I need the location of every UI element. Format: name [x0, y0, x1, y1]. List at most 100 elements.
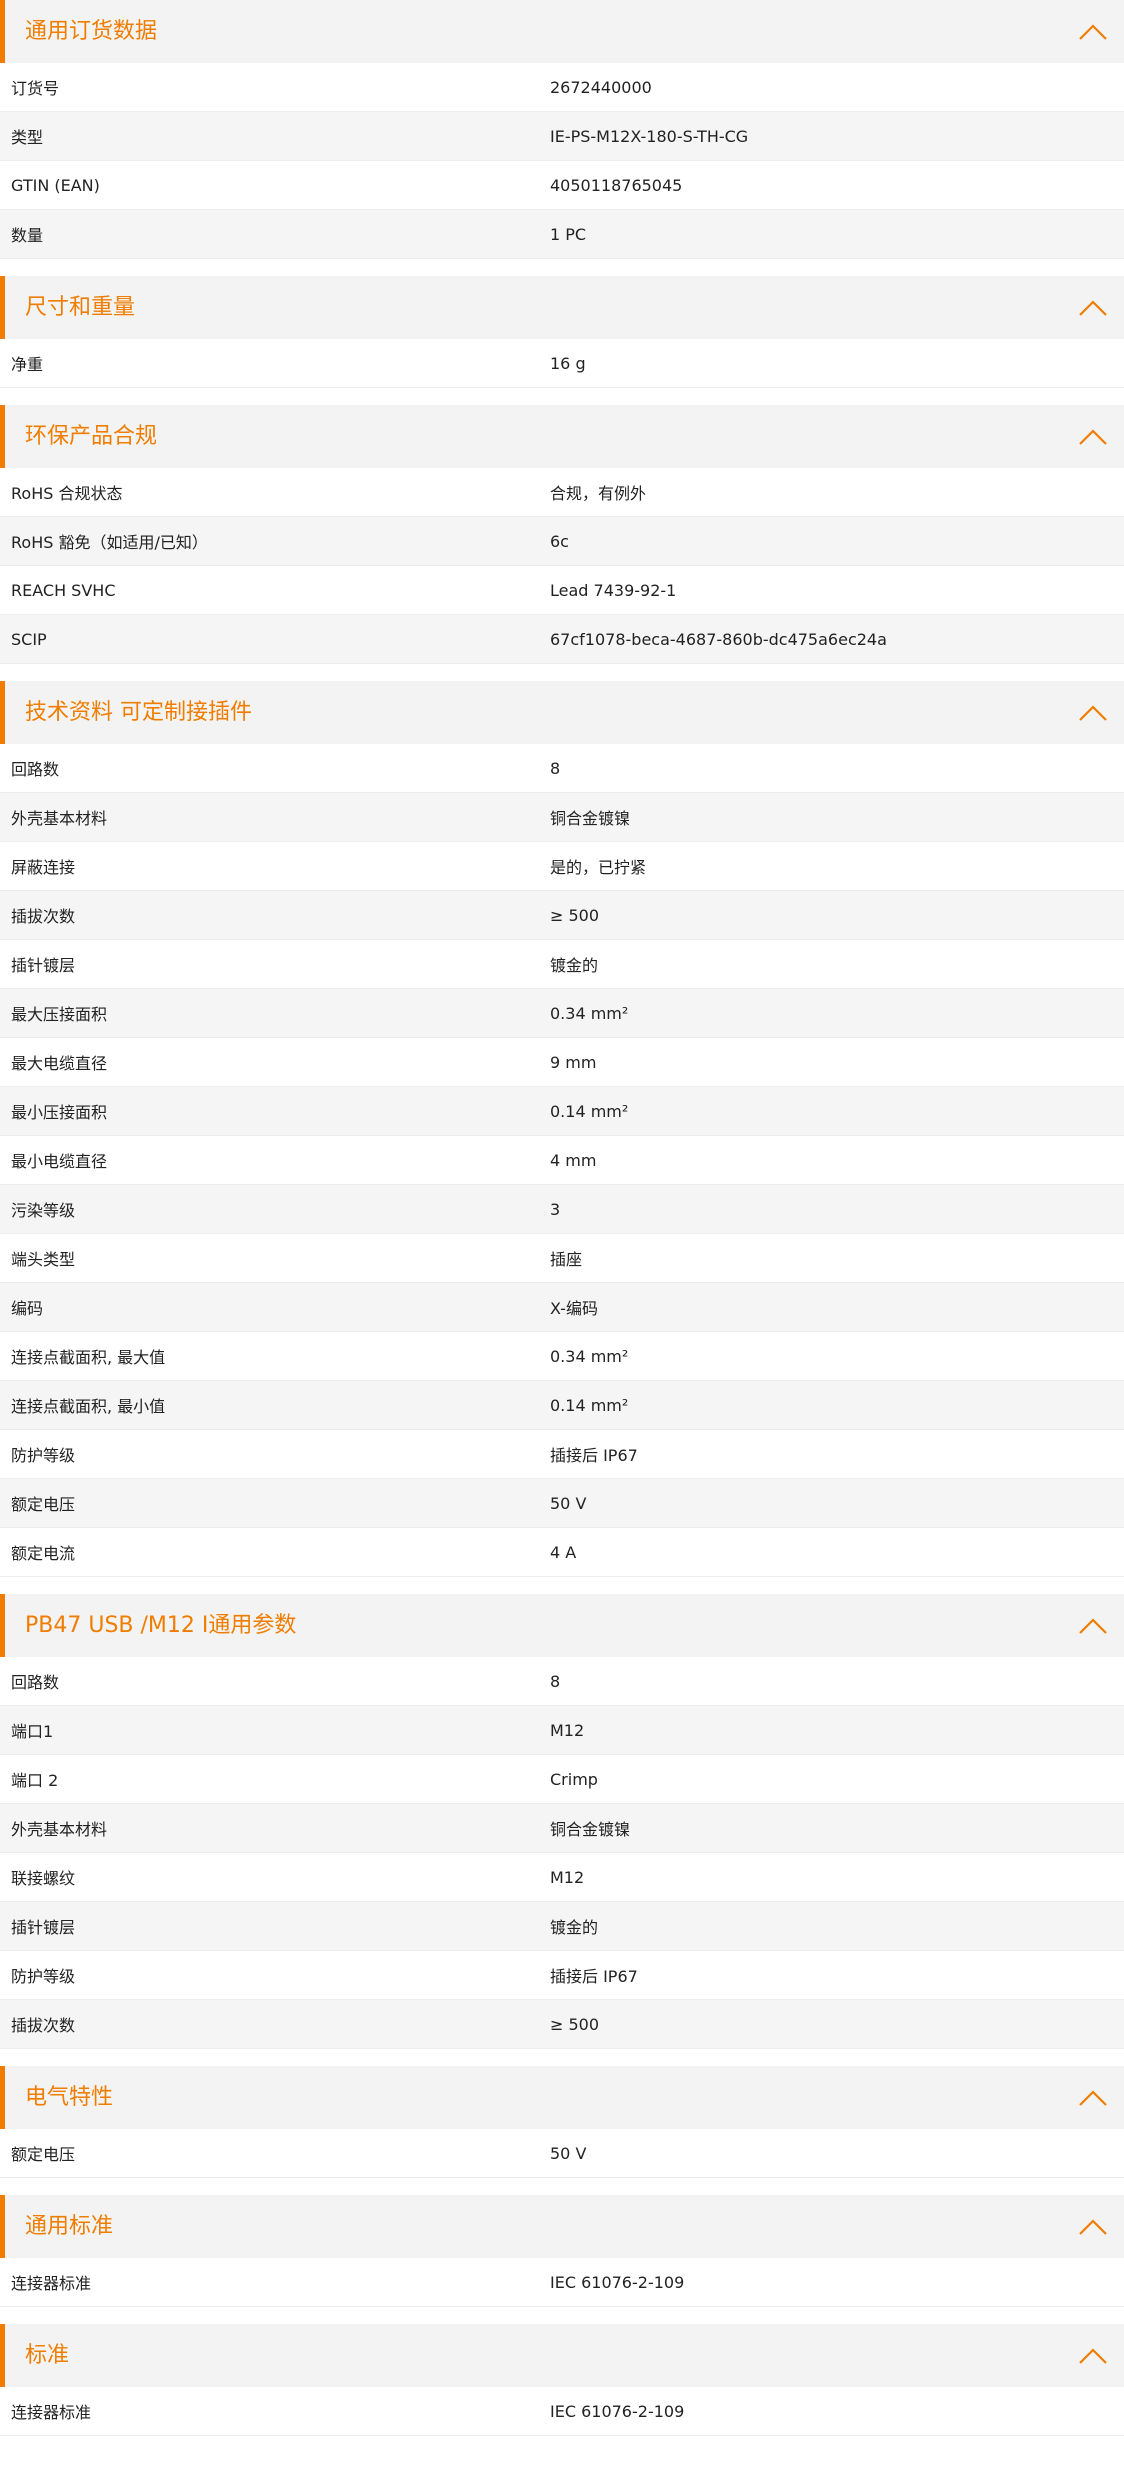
row-value: 50 V: [550, 2143, 587, 2163]
chevron-up-icon[interactable]: [1078, 2089, 1108, 2107]
row-label: 端口 2: [11, 1771, 59, 1790]
section-accent-bar: [0, 1594, 5, 1657]
row-label: 连接点截面积, 最大值: [11, 1348, 166, 1367]
chevron-up-icon[interactable]: [1078, 428, 1108, 446]
chevron-up-icon[interactable]: [1078, 2218, 1108, 2236]
section-header[interactable]: 电气特性: [0, 2066, 1124, 2129]
table-row: 插拔次数 ≥ 500: [0, 891, 1124, 940]
row-value: 4 A: [550, 1542, 577, 1562]
row-label: 外壳基本材料: [11, 1820, 108, 1839]
section-gap: [0, 2307, 1124, 2324]
table-row: 数量 1 PC: [0, 210, 1124, 259]
row-value: 3: [550, 1199, 561, 1219]
table-row: REACH SVHC Lead 7439-92-1: [0, 566, 1124, 615]
row-label: 连接器标准: [11, 2403, 92, 2422]
row-value: 插座: [550, 1250, 583, 1269]
section-accent-bar: [0, 2066, 5, 2129]
chevron-up-icon[interactable]: [1078, 1617, 1108, 1635]
row-label: 编码: [11, 1299, 44, 1318]
table-row: 连接点截面积, 最小值 0.14 mm²: [0, 1381, 1124, 1430]
row-value: 是的，已拧紧: [550, 858, 647, 877]
table-row: GTIN (EAN) 4050118765045: [0, 161, 1124, 210]
section-header[interactable]: 通用标准: [0, 2195, 1124, 2258]
row-value: ≥ 500: [550, 905, 600, 925]
section-accent-bar: [0, 405, 5, 468]
chevron-up-icon[interactable]: [1078, 299, 1108, 317]
row-value: 镀金的: [550, 956, 599, 975]
row-value: IEC 61076-2-109: [550, 2272, 685, 2292]
section-title: 环保产品合规: [25, 423, 158, 449]
row-value: 插接后 IP67: [550, 1446, 638, 1465]
row-value: 0.14 mm²: [550, 1395, 629, 1415]
row-value: 4050118765045: [550, 175, 683, 195]
chevron-up-icon[interactable]: [1078, 23, 1108, 41]
row-value: 铜合金镀镍: [550, 1820, 631, 1839]
table-row: 回路数 8: [0, 744, 1124, 793]
table-row: 最小电缆直径 4 mm: [0, 1136, 1124, 1185]
row-value: M12: [550, 1867, 585, 1887]
row-value: X-编码: [550, 1299, 598, 1318]
row-label: 最小电缆直径: [11, 1152, 108, 1171]
row-value: 2672440000: [550, 77, 652, 97]
table-row: RoHS 豁免（如适用/已知） 6c: [0, 517, 1124, 566]
table-row: 最小压接面积 0.14 mm²: [0, 1087, 1124, 1136]
table-row: 回路数 8: [0, 1657, 1124, 1706]
section-header[interactable]: PB47 USB /M12 I通用参数: [0, 1594, 1124, 1657]
section-header[interactable]: 尺寸和重量: [0, 276, 1124, 339]
row-label: 额定电流: [11, 1544, 76, 1563]
row-value: M12: [550, 1720, 585, 1740]
table-row: 订货号 2672440000: [0, 63, 1124, 112]
section-accent-bar: [0, 681, 5, 744]
row-value: ≥ 500: [550, 2014, 600, 2034]
section-header[interactable]: 环保产品合规: [0, 405, 1124, 468]
row-value: Lead 7439-92-1: [550, 580, 677, 600]
table-row: RoHS 合规状态 合规，有例外: [0, 468, 1124, 517]
row-label: 订货号: [11, 79, 60, 98]
row-label: 插拔次数: [11, 907, 76, 926]
section-header[interactable]: 技术资料 可定制接插件: [0, 681, 1124, 744]
chevron-up-icon[interactable]: [1078, 704, 1108, 722]
table-row: 防护等级 插接后 IP67: [0, 1430, 1124, 1479]
section-accent-bar: [0, 2324, 5, 2387]
spec-section: 通用订货数据 订货号 2672440000 类型 IE-PS-M12X-180-S-TH…: [0, 0, 1124, 259]
row-label: GTIN (EAN): [11, 175, 100, 195]
row-value: 4 mm: [550, 1150, 597, 1170]
row-value: Crimp: [550, 1769, 598, 1789]
spec-section: 技术资料 可定制接插件回路数 8 外壳基本材料 铜合金镀镍屏蔽连接 是的，已拧紧插拔次数…: [0, 681, 1124, 1577]
table-row: 外壳基本材料 铜合金镀镍: [0, 1804, 1124, 1853]
row-value: 插接后 IP67: [550, 1967, 638, 1986]
section-header[interactable]: 标准: [0, 2324, 1124, 2387]
section-gap: [0, 388, 1124, 405]
row-label: 污染等级: [11, 1201, 76, 1220]
row-label: 最大压接面积: [11, 1005, 108, 1024]
row-label: 屏蔽连接: [11, 858, 76, 877]
section-gap: [0, 259, 1124, 276]
product-spec-page: 通用订货数据 订货号 2672440000 类型 IE-PS-M12X-180-S-TH…: [0, 0, 1124, 2436]
table-row: 额定电流 4 A: [0, 1528, 1124, 1577]
row-label: 外壳基本材料: [11, 809, 108, 828]
row-label: 插针镀层: [11, 956, 76, 975]
table-row: 净重 16 g: [0, 339, 1124, 388]
row-label: 类型: [11, 128, 44, 147]
chevron-up-icon[interactable]: [1078, 2347, 1108, 2365]
table-row: 外壳基本材料 铜合金镀镍: [0, 793, 1124, 842]
row-label: 端口1: [11, 1722, 54, 1741]
row-label: 额定电压: [11, 1495, 76, 1514]
table-row: 端口 2 Crimp: [0, 1755, 1124, 1804]
row-label: 连接点截面积, 最小值: [11, 1397, 166, 1416]
table-row: SCIP 67cf1078-beca-4687-860b-dc475a6ec24a: [0, 615, 1124, 664]
section-title: 电气特性: [25, 2084, 114, 2110]
table-row: 连接器标准 IEC 61076-2-109: [0, 2258, 1124, 2307]
row-value: 1 PC: [550, 224, 587, 244]
row-value: 0.34 mm²: [550, 1003, 629, 1023]
table-row: 防护等级 插接后 IP67: [0, 1951, 1124, 2000]
row-label: 最大电缆直径: [11, 1054, 108, 1073]
spec-section: 尺寸和重量 净重 16 g: [0, 276, 1124, 388]
row-value: 50 V: [550, 1493, 587, 1513]
section-gap: [0, 664, 1124, 681]
row-label: 端头类型: [11, 1250, 76, 1269]
section-title: 技术资料 可定制接插件: [25, 699, 252, 725]
section-header[interactable]: 通用订货数据: [0, 0, 1124, 63]
table-row: 额定电压 50 V: [0, 1479, 1124, 1528]
row-label: RoHS 豁免（如适用/已知）: [11, 533, 208, 552]
